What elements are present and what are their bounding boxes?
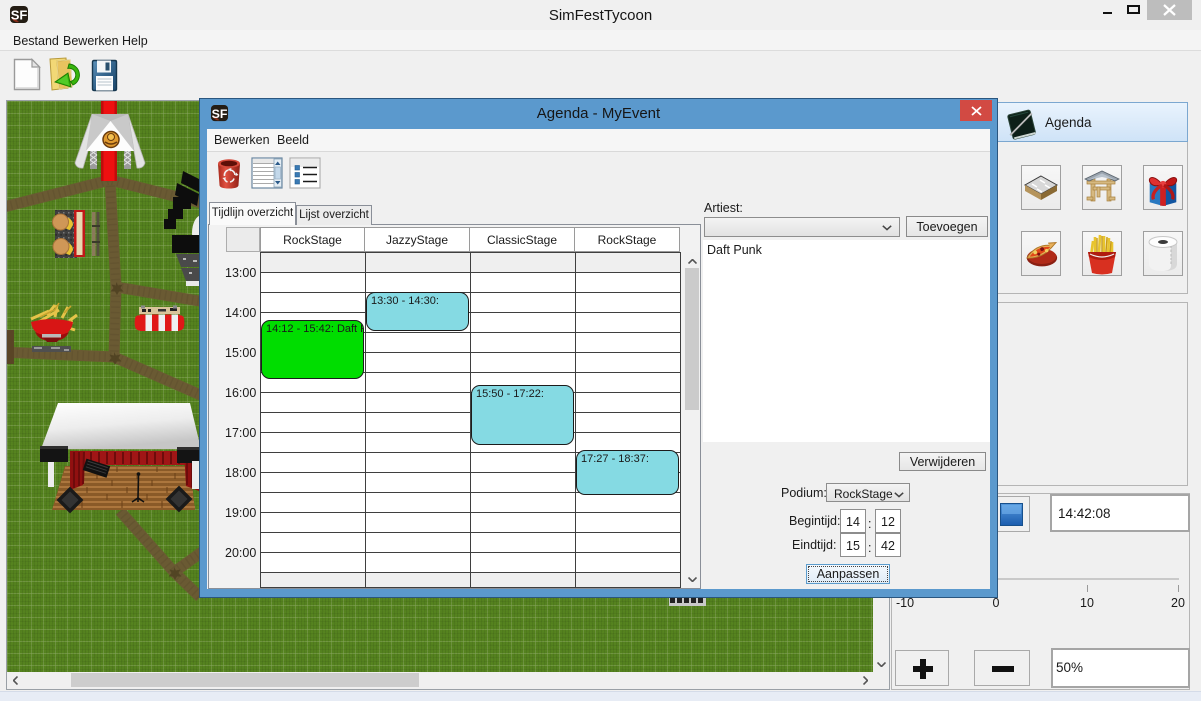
svg-text:SF: SF	[11, 8, 28, 23]
